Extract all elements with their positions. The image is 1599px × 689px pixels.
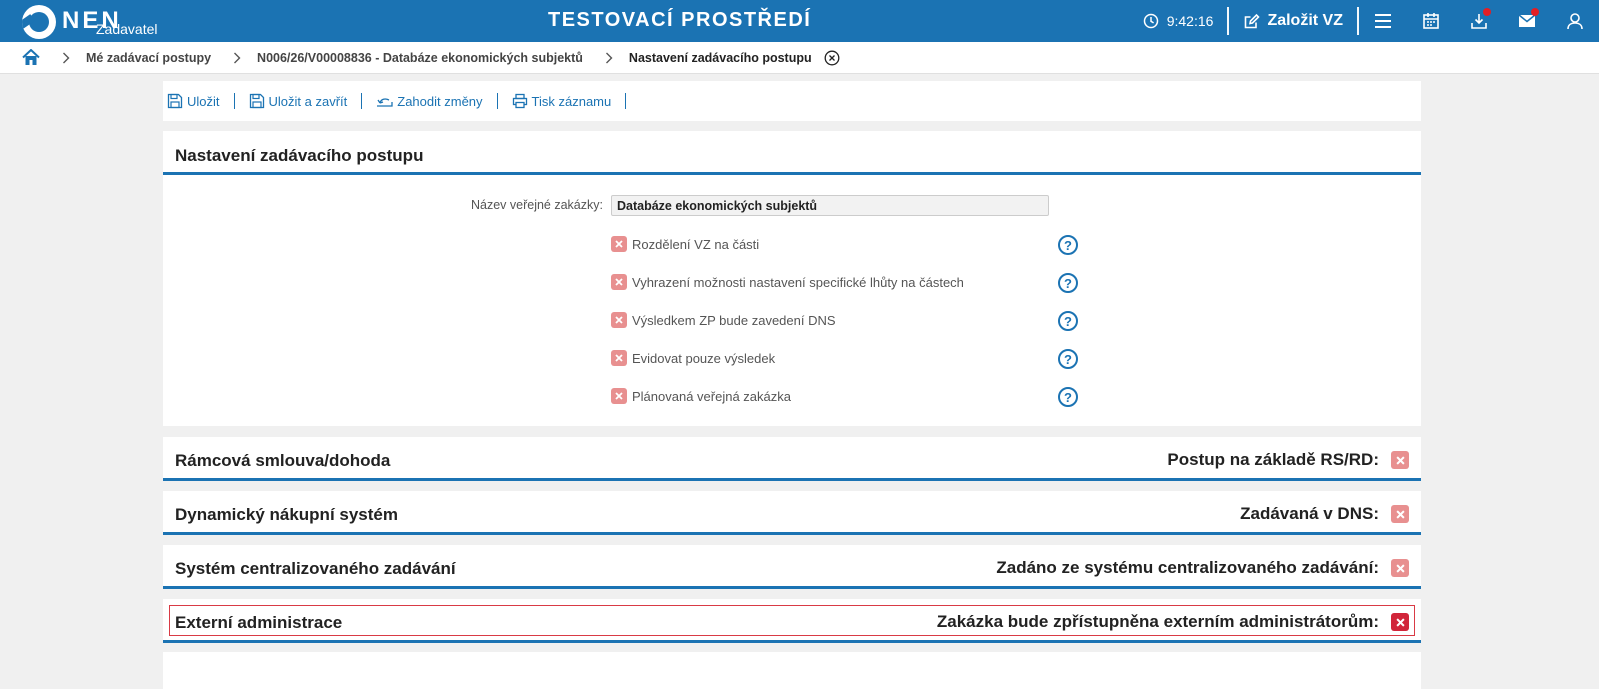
- chevron-right-icon: [233, 52, 241, 64]
- section-toggle-label: Zadávaná v DNS:: [1240, 504, 1379, 523]
- section-title: Rámcová smlouva/dohoda: [175, 451, 391, 470]
- unchecked-x-icon: [611, 312, 627, 328]
- chevron-right-icon: [605, 52, 613, 64]
- unchecked-x-icon: [1391, 613, 1409, 631]
- option-label: Rozdělení VZ na části: [632, 236, 760, 252]
- contract-name-field[interactable]: Databáze ekonomických subjektů: [611, 195, 1049, 216]
- option-label: Vyhrazení možnosti nastavení specifické …: [632, 274, 964, 290]
- action-toolbar: Uložit Uložit a zavřít Zahodit změny Tis…: [163, 81, 1421, 121]
- section-toggle-label: Zadáno ze systému centralizovaného zadáv…: [996, 558, 1379, 577]
- option-label: Výsledkem ZP bude zavedení DNS: [632, 312, 836, 328]
- section-title: Dynamický nákupní systém: [175, 505, 398, 524]
- section-framework-agreement: Rámcová smlouva/dohoda Postup na základě…: [163, 437, 1421, 481]
- user-icon: [1567, 13, 1583, 30]
- toolbar-divider: [233, 93, 235, 109]
- discard-label: Zahodit změny: [397, 93, 483, 109]
- unchecked-x-icon: [611, 350, 627, 366]
- environment-title: TESTOVACÍ PROSTŘEDÍ: [548, 9, 812, 31]
- toolbar-divider: [625, 93, 627, 109]
- help-icon[interactable]: ?: [1058, 311, 1078, 331]
- session-clock: 9:42:16: [1143, 13, 1214, 29]
- breadcrumb: Mé zadávací postupy N006/26/V00008836 - …: [0, 42, 1599, 74]
- breadcrumb-procedure[interactable]: N006/26/V00008836 - Databáze ekonomickýc…: [257, 51, 583, 65]
- help-icon[interactable]: ?: [1058, 349, 1078, 369]
- top-bar: NEN Zadavatel TESTOVACÍ PROSTŘEDÍ 9:42:1…: [0, 0, 1599, 42]
- divider: [1227, 7, 1230, 35]
- settings-panel-body: Název veřejné zakázky: Databáze ekonomic…: [163, 175, 1421, 426]
- unchecked-x-icon: [611, 388, 627, 404]
- home-link[interactable]: [22, 49, 40, 66]
- settings-panel-title: Nastavení zadávacího postupu: [175, 146, 424, 165]
- notification-dot: [1531, 8, 1539, 16]
- calendar-icon: [1423, 13, 1439, 29]
- settings-panel-header: Nastavení zadávacího postupu: [163, 131, 1421, 175]
- save-close-icon: [249, 93, 264, 109]
- option-split-parts[interactable]: Rozdělení VZ na části: [611, 236, 759, 252]
- section-toggle[interactable]: Zadávaná v DNS:: [1240, 504, 1409, 524]
- chevron-right-icon: [62, 52, 70, 64]
- unchecked-x-icon: [611, 274, 627, 290]
- save-close-label: Uložit a zavřít: [268, 93, 348, 109]
- print-button[interactable]: Tisk záznamu: [508, 93, 616, 109]
- help-icon[interactable]: ?: [1058, 273, 1078, 293]
- breadcrumb-current: Nastavení zadávacího postupu: [628, 50, 812, 65]
- clock-time: 9:42:16: [1166, 13, 1214, 29]
- home-icon: [22, 49, 40, 65]
- undo-icon: [377, 98, 393, 107]
- save-icon: [167, 93, 183, 109]
- contract-name-label: Název veřejné zakázky:: [470, 198, 603, 212]
- section-toggle[interactable]: Zakázka bude zpřístupněna externím admin…: [937, 612, 1409, 632]
- option-planned-contract[interactable]: Plánovaná veřejná zakázka: [611, 388, 791, 404]
- print-label: Tisk záznamu: [531, 93, 612, 109]
- section-toggle-label: Postup na základě RS/RD:: [1167, 450, 1379, 469]
- close-tab-button[interactable]: [824, 50, 840, 66]
- option-label: Evidovat pouze výsledek: [632, 350, 776, 366]
- messages-button[interactable]: [1503, 0, 1551, 42]
- section-toggle[interactable]: Zadáno ze systému centralizovaného zadáv…: [996, 558, 1409, 578]
- option-specific-deadline[interactable]: Vyhrazení možnosti nastavení specifické …: [611, 274, 964, 290]
- close-circle-icon: [824, 50, 840, 65]
- option-result-only[interactable]: Evidovat pouze výsledek: [611, 350, 775, 366]
- section-toggle-label: Zakázka bude zpřístupněna externím admin…: [936, 612, 1379, 631]
- section-centralized: Systém centralizovaného zadávání Zadáno …: [163, 545, 1421, 589]
- save-button[interactable]: Uložit: [163, 93, 224, 109]
- downloads-button[interactable]: [1455, 0, 1503, 42]
- save-label: Uložit: [187, 93, 220, 109]
- section-dynamic-purchasing: Dynamický nákupní systém Zadávaná v DNS:: [163, 491, 1421, 535]
- section-title: Externí administrace: [175, 613, 343, 632]
- logo-subtitle: Zadavatel: [96, 21, 158, 37]
- calendar-button[interactable]: [1407, 0, 1455, 42]
- section-toggle[interactable]: Postup na základě RS/RD:: [1167, 450, 1409, 470]
- toolbar-divider: [496, 93, 498, 109]
- help-icon[interactable]: ?: [1058, 387, 1078, 407]
- option-dns-result[interactable]: Výsledkem ZP bude zavedení DNS: [611, 312, 836, 328]
- help-icon[interactable]: ?: [1058, 235, 1078, 255]
- print-icon: [512, 93, 527, 109]
- edit-icon: [1245, 13, 1261, 28]
- hamburger-icon: [1375, 14, 1391, 28]
- clock-icon: [1143, 13, 1158, 29]
- section-external-administration: Externí administrace Zakázka bude zpříst…: [163, 599, 1421, 643]
- save-close-button[interactable]: Uložit a zavřít: [245, 93, 352, 109]
- option-label: Plánovaná veřejná zakázka: [632, 388, 791, 404]
- menu-button[interactable]: [1359, 0, 1407, 42]
- section-title: Systém centralizovaného zadávání: [175, 559, 456, 578]
- user-button[interactable]: [1551, 0, 1599, 42]
- unchecked-x-icon: [1391, 505, 1409, 523]
- toolbar-divider: [361, 93, 363, 109]
- create-vz-button[interactable]: Založit VZ: [1229, 12, 1357, 30]
- notification-dot: [1483, 8, 1491, 16]
- discard-changes-button[interactable]: Zahodit změny: [372, 94, 486, 109]
- nen-logo-icon: [22, 5, 56, 39]
- unchecked-x-icon: [1391, 559, 1409, 577]
- next-panel: [163, 652, 1421, 689]
- unchecked-x-icon: [611, 236, 627, 252]
- create-vz-label: Založit VZ: [1267, 12, 1343, 29]
- breadcrumb-my-procedures[interactable]: Mé zadávací postupy: [86, 51, 211, 65]
- unchecked-x-icon: [1391, 451, 1409, 469]
